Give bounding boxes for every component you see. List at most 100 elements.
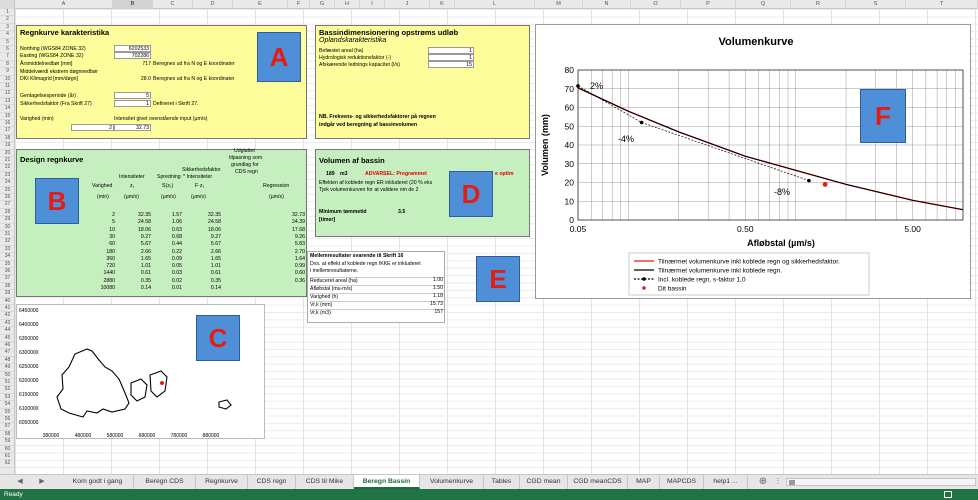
prev-sheet-icon[interactable]: ◀ xyxy=(14,475,26,489)
row-number[interactable]: 34 xyxy=(0,253,14,261)
row-number[interactable]: 35 xyxy=(0,261,14,268)
row-number[interactable]: 31 xyxy=(0,231,14,239)
row-number[interactable]: 16 xyxy=(0,120,14,128)
sheet-tab[interactable]: help1 ... xyxy=(704,475,748,489)
row-number[interactable]: 5 xyxy=(0,39,14,46)
next-sheet-icon[interactable]: ▶ xyxy=(36,475,48,489)
row-number[interactable]: 10 xyxy=(0,76,14,83)
gentagelse-input[interactable]: 5 xyxy=(114,92,151,99)
row-number[interactable]: 33 xyxy=(0,246,14,254)
row-number[interactable]: 4 xyxy=(0,31,14,39)
column-d[interactable]: D xyxy=(193,0,233,9)
row-number[interactable]: 11 xyxy=(0,83,14,91)
row-number[interactable]: 3 xyxy=(0,24,14,32)
column-j[interactable]: J xyxy=(385,0,430,9)
row-number[interactable]: 2 xyxy=(0,16,14,24)
row-number[interactable]: 9 xyxy=(0,68,14,76)
column-a[interactable]: A xyxy=(15,0,113,9)
scrollbar-thumb[interactable] xyxy=(789,480,795,485)
afskaerende-input[interactable]: 15 xyxy=(428,61,474,68)
row-number[interactable]: 26 xyxy=(0,194,14,202)
row-number[interactable]: 53 xyxy=(0,394,14,402)
row-number[interactable]: 50 xyxy=(0,372,14,379)
row-number[interactable]: 43 xyxy=(0,320,14,328)
row-number[interactable]: 47 xyxy=(0,349,14,357)
add-sheet-icon[interactable]: ⊕ xyxy=(756,475,770,489)
column-t[interactable]: T xyxy=(906,0,978,9)
column-b[interactable]: B xyxy=(113,0,153,9)
sheet-tab[interactable]: CGD meanCDS xyxy=(568,475,628,489)
sheet-tab[interactable]: MAPCDS xyxy=(660,475,704,489)
sheet-tab[interactable]: MAP xyxy=(628,475,660,489)
column-f[interactable]: F xyxy=(288,0,310,9)
row-number[interactable]: 17 xyxy=(0,127,14,135)
row-number[interactable]: 51 xyxy=(0,379,14,387)
row-number[interactable]: 40 xyxy=(0,298,14,305)
column-g[interactable]: G xyxy=(310,0,335,9)
column-l[interactable]: L xyxy=(455,0,535,9)
row-number[interactable]: 57 xyxy=(0,423,14,431)
row-number[interactable]: 46 xyxy=(0,342,14,350)
sheet-tab[interactable]: Volumenkurve xyxy=(420,475,484,489)
column-s[interactable]: S xyxy=(846,0,906,9)
sheet-tab[interactable]: CGD mean xyxy=(520,475,568,489)
row-number[interactable]: 24 xyxy=(0,179,14,187)
row-number[interactable]: 13 xyxy=(0,98,14,106)
row-number[interactable]: 30 xyxy=(0,224,14,231)
page-view-icon[interactable] xyxy=(944,491,952,498)
column-q[interactable]: Q xyxy=(736,0,791,9)
easting-input[interactable]: 702286 xyxy=(114,52,151,59)
row-number[interactable]: 1 xyxy=(0,9,14,17)
sheet-tab[interactable]: Beregn CDS xyxy=(134,475,196,489)
row-number[interactable]: 62 xyxy=(0,460,14,468)
befaestet-input[interactable]: 1 xyxy=(428,47,474,54)
row-number[interactable]: 45 xyxy=(0,335,14,342)
sheet-tab[interactable]: Kom godt i gang xyxy=(62,475,134,489)
row-number[interactable]: 59 xyxy=(0,438,14,446)
hydrologisk-input[interactable]: 1 xyxy=(428,54,474,61)
row-number[interactable]: 48 xyxy=(0,357,14,365)
row-number[interactable]: 61 xyxy=(0,453,14,461)
row-number[interactable]: 58 xyxy=(0,431,14,439)
row-number[interactable]: 29 xyxy=(0,216,14,224)
column-c[interactable]: C xyxy=(153,0,193,9)
row-number[interactable]: 23 xyxy=(0,172,14,180)
row-number[interactable]: 12 xyxy=(0,90,14,98)
sheet-tab[interactable]: Beregn Bassin xyxy=(354,475,420,489)
row-number[interactable]: 15 xyxy=(0,113,14,120)
column-m[interactable]: M xyxy=(535,0,583,9)
row-number[interactable]: 41 xyxy=(0,305,14,313)
column-p[interactable]: P xyxy=(681,0,736,9)
sikkerhed-input[interactable]: 1 xyxy=(114,100,151,107)
row-number[interactable]: 19 xyxy=(0,142,14,150)
row-number[interactable]: 37 xyxy=(0,275,14,283)
row-number[interactable]: 14 xyxy=(0,105,14,113)
varighed-input[interactable]: 2 xyxy=(71,124,114,131)
row-number[interactable]: 44 xyxy=(0,327,14,335)
row-number[interactable]: 21 xyxy=(0,157,14,165)
row-number[interactable]: 20 xyxy=(0,150,14,157)
horizontal-scrollbar[interactable] xyxy=(786,478,976,486)
row-number[interactable]: 6 xyxy=(0,46,14,54)
column-e[interactable]: E xyxy=(233,0,288,9)
row-number[interactable]: 27 xyxy=(0,201,14,209)
select-all-corner[interactable] xyxy=(0,0,15,9)
sheet-tab[interactable]: CDS regn xyxy=(248,475,296,489)
column-n[interactable]: N xyxy=(583,0,631,9)
row-number[interactable]: 56 xyxy=(0,416,14,424)
column-o[interactable]: O xyxy=(631,0,681,9)
row-number[interactable]: 25 xyxy=(0,187,14,194)
row-number[interactable]: 39 xyxy=(0,290,14,298)
tab-more-icon[interactable]: ⋮ xyxy=(774,475,782,489)
column-h[interactable]: H xyxy=(335,0,360,9)
row-number[interactable]: 42 xyxy=(0,312,14,320)
row-number[interactable]: 7 xyxy=(0,53,14,61)
column-r[interactable]: R xyxy=(791,0,846,9)
row-number[interactable]: 55 xyxy=(0,409,14,416)
row-number[interactable]: 8 xyxy=(0,61,14,69)
sheet-tab[interactable]: Regnkurve xyxy=(196,475,248,489)
row-number[interactable]: 32 xyxy=(0,238,14,246)
row-number[interactable]: 18 xyxy=(0,135,14,143)
row-number[interactable]: 49 xyxy=(0,364,14,372)
row-number[interactable]: 54 xyxy=(0,401,14,409)
